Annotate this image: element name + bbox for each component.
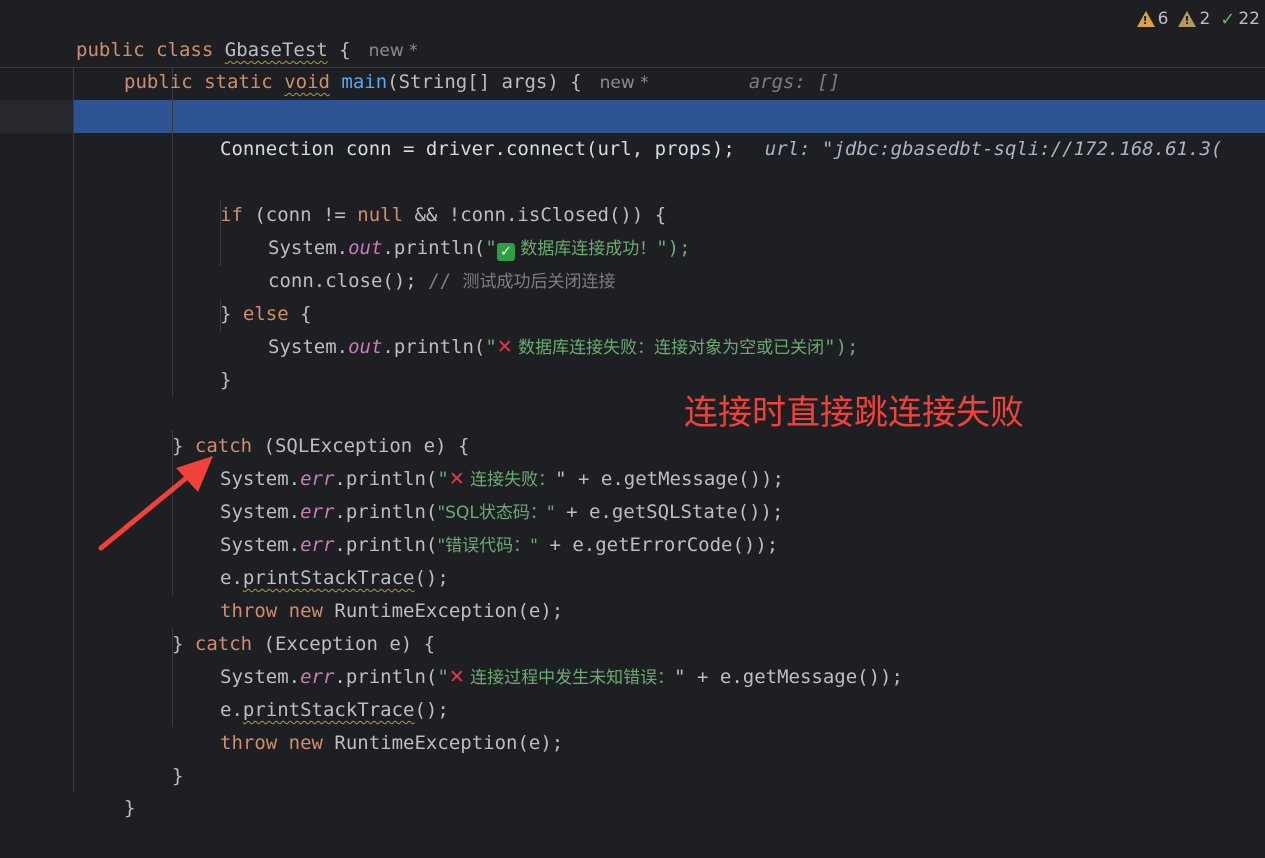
code-editor[interactable]: public class GbaseTest {new * public sta… <box>0 0 1265 819</box>
annotation-arrow-icon <box>98 456 213 551</box>
